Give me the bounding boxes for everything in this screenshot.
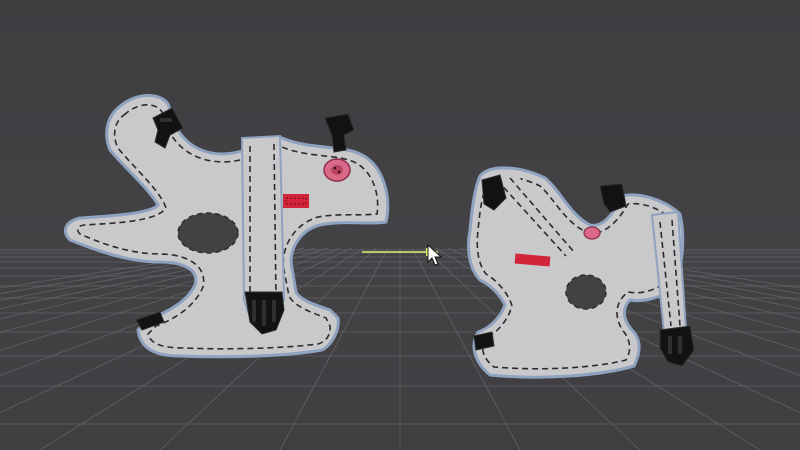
left-harness-strap[interactable] [242,136,284,312]
right-harness[interactable] [466,166,695,379]
right-harness-hole [565,274,607,310]
right-harness-bottom-buckle[interactable] [659,325,695,367]
3d-viewport[interactable] [0,0,800,450]
left-harness-hole [177,212,239,254]
left-harness[interactable] [63,94,390,359]
viewport-canvas [0,94,800,450]
right-harness-shoulder-buckle[interactable] [599,183,627,213]
right-harness-button [583,226,601,240]
left-harness-label [283,194,309,208]
